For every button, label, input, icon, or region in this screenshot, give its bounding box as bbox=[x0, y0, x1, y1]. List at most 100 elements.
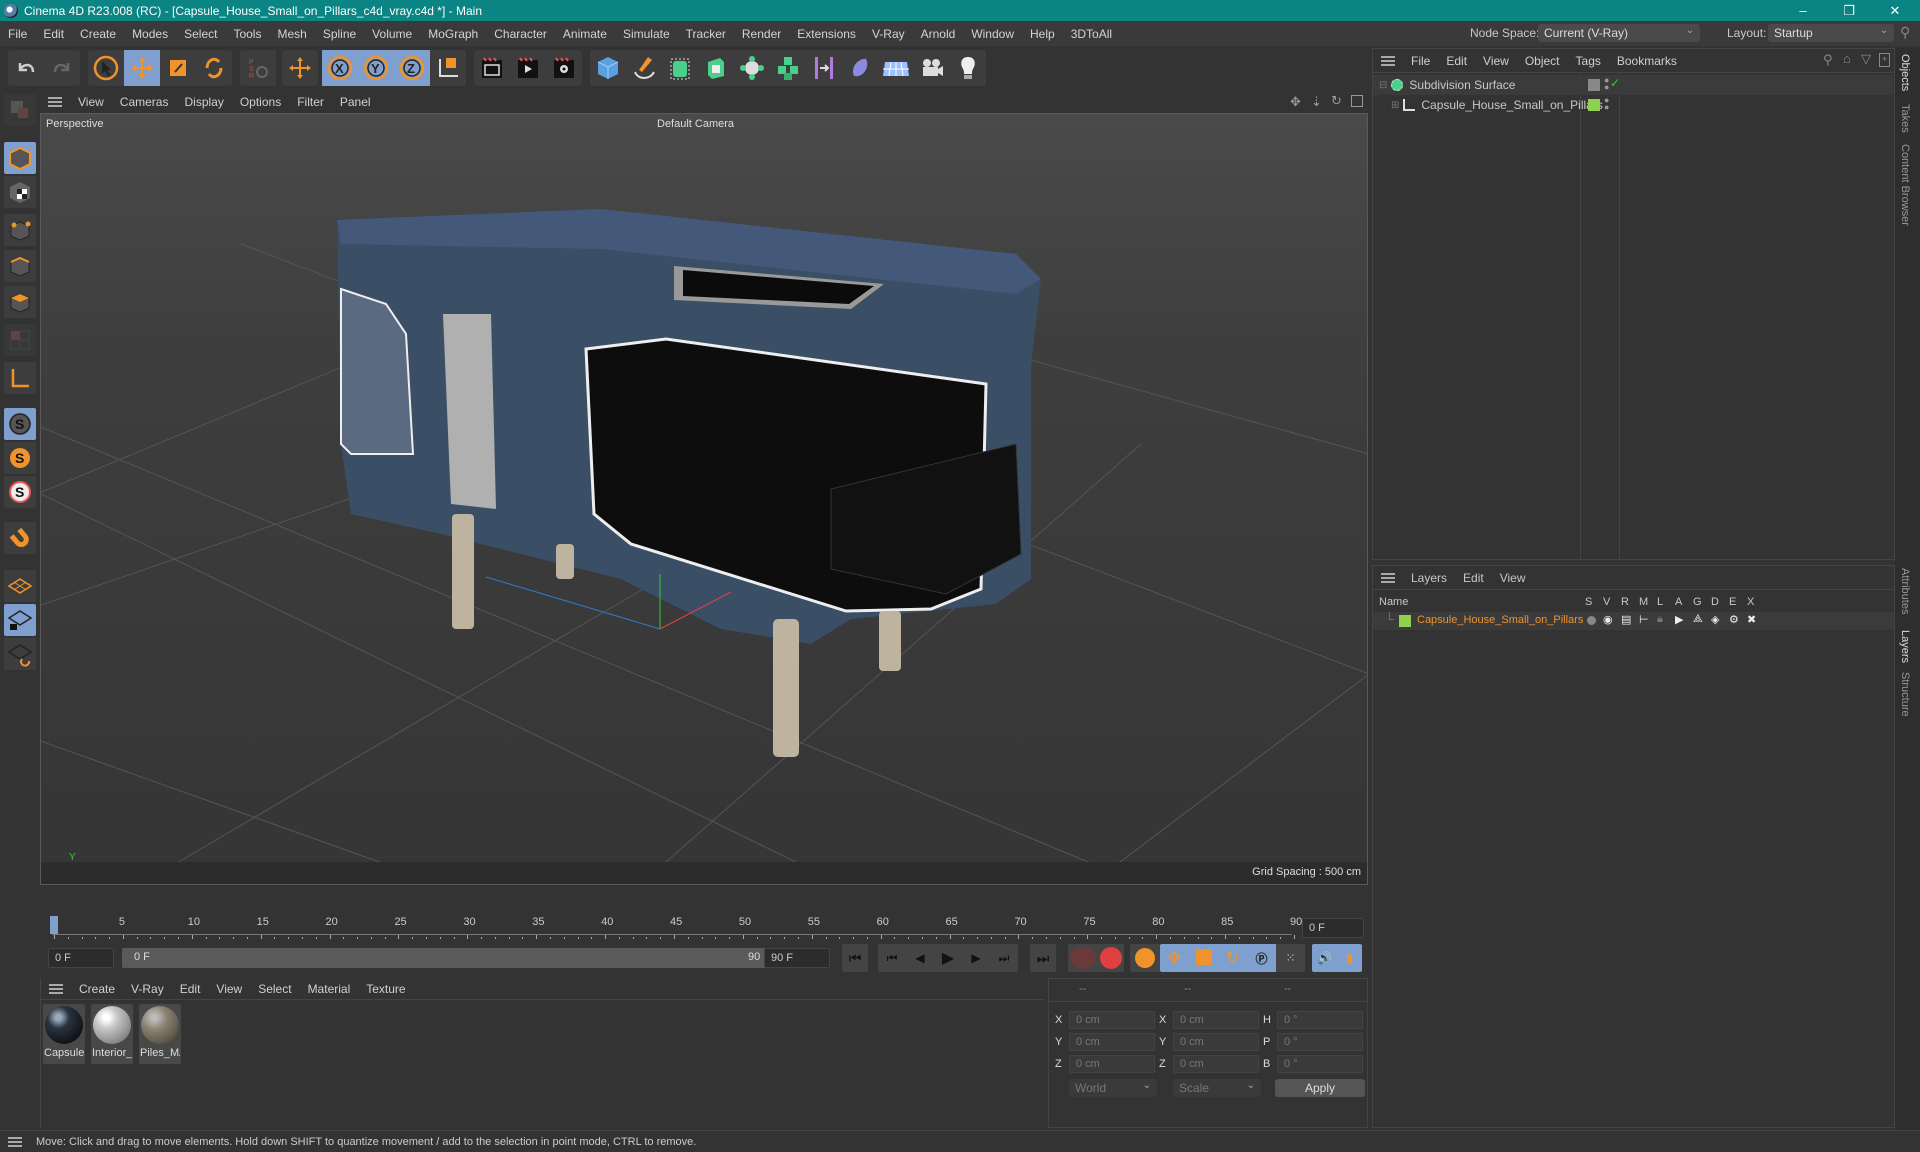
key-rotation-icon[interactable]: ↻ bbox=[1218, 948, 1247, 968]
key-settings-button[interactable] bbox=[1130, 944, 1160, 972]
object-menu-bookmarks[interactable]: Bookmarks bbox=[1609, 54, 1685, 68]
next-key-icon[interactable]: ⏭ bbox=[990, 951, 1018, 966]
column-generators[interactable]: G bbox=[1693, 596, 1702, 608]
magnet-button[interactable] bbox=[4, 522, 36, 554]
animation-play-icon[interactable]: ▶ bbox=[1675, 613, 1683, 626]
viewport-menu-panel[interactable]: Panel bbox=[332, 95, 379, 109]
visibility-dots-icon[interactable]: ● ● bbox=[1604, 96, 1609, 112]
material-menu-texture[interactable]: Texture bbox=[358, 982, 413, 996]
motion-record-icon[interactable] bbox=[1070, 947, 1096, 969]
cube-button[interactable] bbox=[590, 50, 626, 86]
layer-menu-edit[interactable]: Edit bbox=[1455, 571, 1492, 585]
expand-icon[interactable]: ⊞ bbox=[1391, 100, 1399, 111]
menu-file[interactable]: File bbox=[0, 27, 35, 41]
play-icon[interactable]: ▶ bbox=[934, 948, 962, 968]
prev-key-icon[interactable]: ⏮ bbox=[878, 951, 906, 966]
home-icon[interactable]: ⌂ bbox=[1843, 51, 1851, 66]
point-mode-button[interactable] bbox=[4, 214, 36, 246]
cloner-button[interactable] bbox=[734, 50, 770, 86]
layer-menu-layers[interactable]: Layers bbox=[1403, 571, 1455, 585]
menu-tools[interactable]: Tools bbox=[225, 27, 269, 41]
menu-extensions[interactable]: Extensions bbox=[789, 27, 864, 41]
menu-3dtoall[interactable]: 3DToAll bbox=[1063, 27, 1120, 41]
column-xrefs[interactable]: X bbox=[1747, 596, 1754, 608]
render-settings-button[interactable] bbox=[546, 50, 582, 86]
tab-objects[interactable]: Objects bbox=[1899, 54, 1911, 91]
material-swatch[interactable]: Piles_MA bbox=[139, 1004, 181, 1064]
uv-mode-button[interactable] bbox=[4, 324, 36, 356]
extrude-button[interactable] bbox=[698, 50, 734, 86]
material-menu-icon[interactable] bbox=[49, 983, 63, 994]
workplane-align-button[interactable] bbox=[4, 638, 36, 670]
polygon-mode-button[interactable] bbox=[4, 286, 36, 318]
material-menu-create[interactable]: Create bbox=[71, 982, 123, 996]
object-row[interactable]: ⊟ Subdivision Surface ● ● ✓ bbox=[1373, 75, 1893, 95]
viewport-menu-cameras[interactable]: Cameras bbox=[112, 95, 177, 109]
coordinate-space-dropdown[interactable]: World ⌄ bbox=[1069, 1079, 1157, 1097]
rotation-b-field[interactable]: 0 ° bbox=[1277, 1055, 1363, 1073]
layout-dropdown[interactable]: Startup ⌄ bbox=[1768, 24, 1894, 42]
field-button[interactable] bbox=[842, 50, 878, 86]
object-menu-icon[interactable] bbox=[1381, 55, 1395, 66]
key-param-icon[interactable]: Ⓟ bbox=[1247, 950, 1276, 967]
menu-select[interactable]: Select bbox=[176, 27, 225, 41]
menu-modes[interactable]: Modes bbox=[124, 27, 176, 41]
node-space-dropdown[interactable]: Current (V-Ray) ⌄ bbox=[1538, 24, 1700, 42]
material-menu-vray[interactable]: V-Ray bbox=[123, 982, 172, 996]
column-manager[interactable]: M bbox=[1639, 596, 1648, 608]
viewport-menu-display[interactable]: Display bbox=[176, 95, 231, 109]
collapse-icon[interactable]: ⊟ bbox=[1379, 80, 1387, 91]
pan-icon[interactable]: ✥ bbox=[1290, 94, 1301, 110]
close-button[interactable]: ✕ bbox=[1872, 0, 1918, 21]
material-menu-select[interactable]: Select bbox=[250, 982, 299, 996]
goto-start-button[interactable]: ⏮ bbox=[842, 944, 868, 972]
dolly-icon[interactable]: ⇣ bbox=[1311, 94, 1322, 110]
menu-mograph[interactable]: MoGraph bbox=[420, 27, 486, 41]
layer-menu-view[interactable]: View bbox=[1492, 571, 1534, 585]
material-menu-material[interactable]: Material bbox=[300, 982, 359, 996]
column-animation[interactable]: A bbox=[1675, 596, 1682, 608]
xref-icon[interactable]: ✖ bbox=[1747, 613, 1756, 626]
viewport-menu-options[interactable]: Options bbox=[232, 95, 289, 109]
new-window-icon[interactable]: + bbox=[1879, 53, 1890, 67]
menu-character[interactable]: Character bbox=[486, 27, 555, 41]
render-clapper-icon[interactable]: ▤ bbox=[1621, 613, 1631, 626]
lock-icon[interactable]: 🔒︎ bbox=[1657, 613, 1663, 626]
rotate-tool-button[interactable] bbox=[196, 50, 232, 86]
layer-menu-icon[interactable] bbox=[1381, 572, 1395, 583]
next-frame-icon[interactable]: ▶ bbox=[962, 951, 990, 965]
coordinate-mode-dropdown[interactable]: Scale ⌄ bbox=[1173, 1079, 1261, 1097]
column-render[interactable]: R bbox=[1621, 596, 1629, 608]
menu-help[interactable]: Help bbox=[1022, 27, 1063, 41]
column-visible[interactable]: V bbox=[1603, 596, 1610, 608]
visible-eye-icon[interactable]: ◉ bbox=[1603, 613, 1613, 626]
prev-frame-icon[interactable]: ◀ bbox=[906, 951, 934, 965]
render-picture-viewer-button[interactable] bbox=[510, 50, 546, 86]
render-view-button[interactable] bbox=[474, 50, 510, 86]
goto-end-button[interactable]: ⏭ bbox=[1030, 944, 1056, 972]
make-editable-button[interactable] bbox=[4, 94, 36, 126]
visibility-dots-icon[interactable]: ● ● bbox=[1604, 76, 1609, 92]
enabled-check-icon[interactable]: ✓ bbox=[1610, 76, 1620, 90]
scale-tool-button[interactable] bbox=[160, 50, 196, 86]
layer-color-swatch[interactable] bbox=[1399, 615, 1411, 627]
size-x-field[interactable]: 0 cm bbox=[1173, 1011, 1259, 1029]
rotation-p-field[interactable]: 0 ° bbox=[1277, 1033, 1363, 1051]
menu-simulate[interactable]: Simulate bbox=[615, 27, 678, 41]
column-expressions[interactable]: E bbox=[1729, 596, 1736, 608]
snap-settings-button[interactable]: S bbox=[4, 442, 36, 474]
object-menu-object[interactable]: Object bbox=[1517, 54, 1568, 68]
model-mode-button[interactable] bbox=[4, 142, 36, 174]
object-menu-tags[interactable]: Tags bbox=[1568, 54, 1609, 68]
viewport-camera-label[interactable]: Default Camera bbox=[657, 118, 734, 130]
viewport-menu-view[interactable]: View bbox=[70, 95, 112, 109]
minimize-button[interactable]: – bbox=[1780, 0, 1826, 21]
y-axis-lock-button[interactable]: Y bbox=[358, 50, 394, 86]
key-scale-icon[interactable] bbox=[1189, 948, 1218, 968]
x-axis-lock-button[interactable]: X bbox=[322, 50, 358, 86]
apply-button[interactable]: Apply bbox=[1275, 1079, 1365, 1097]
solo-icon[interactable] bbox=[1587, 616, 1596, 625]
edit-toggle-icon[interactable] bbox=[1588, 79, 1600, 91]
menu-animate[interactable]: Animate bbox=[555, 27, 615, 41]
viewport-3d[interactable]: Y X Z Perspective Default Camera Grid Sp… bbox=[40, 113, 1368, 885]
